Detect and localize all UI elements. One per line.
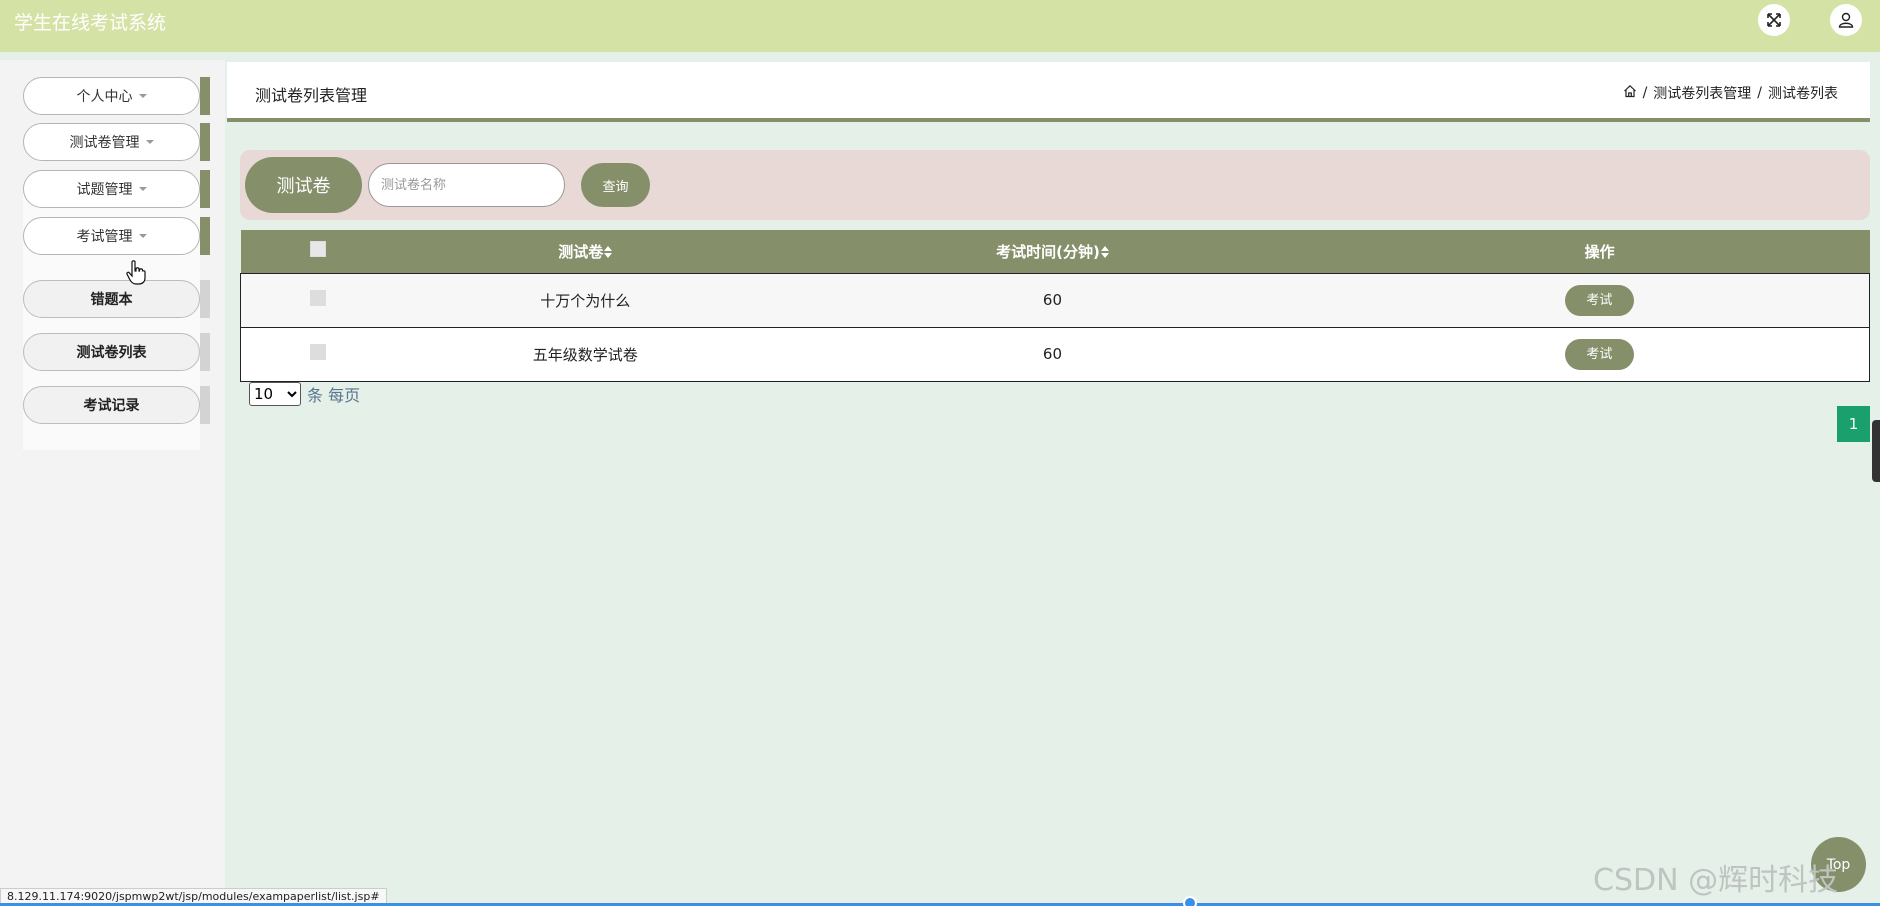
select-all-checkbox[interactable] <box>309 241 326 258</box>
row-action-cell: 考试 <box>1330 327 1870 381</box>
row-action-cell: 考试 <box>1330 273 1870 327</box>
search-label: 测试卷 <box>245 157 362 213</box>
header-divider <box>0 52 1880 60</box>
breadcrumb: / 测试卷列表管理 / 测试卷列表 <box>1623 83 1838 103</box>
submenu-item-marker <box>200 333 210 371</box>
row-checkbox[interactable] <box>310 344 327 360</box>
exam-minutes: 60 <box>1042 345 1063 363</box>
exampaper-table: 测试卷 考试时间(分钟) 操作 十万个为什么 60 考试 五年级数学试卷 60 … <box>240 230 1870 382</box>
sidebar-item-marker <box>200 217 210 255</box>
sidebar-item-label: 个人中心 <box>76 89 133 105</box>
submenu-item-exampaper-list[interactable]: 测试卷列表 <box>23 333 200 371</box>
row-select-cell <box>241 327 396 381</box>
user-icon[interactable] <box>1830 4 1862 36</box>
breadcrumb-level2: 测试卷列表 <box>1768 86 1838 102</box>
sidebar-item-marker <box>200 77 210 115</box>
sort-icon <box>604 246 613 259</box>
submenu-item-exam-records[interactable]: 考试记录 <box>23 386 200 424</box>
breadcrumb-level1[interactable]: 测试卷列表管理 <box>1653 83 1751 103</box>
exampaper-name: 五年级数学试卷 <box>532 345 638 364</box>
chevron-down-icon <box>145 140 154 144</box>
row-checkbox[interactable] <box>310 290 327 306</box>
page-size-select[interactable]: 10 <box>249 382 301 406</box>
query-button[interactable]: 查询 <box>581 163 650 207</box>
column-header-minutes[interactable]: 考试时间(分钟) <box>775 230 1330 273</box>
search-panel: 测试卷 查询 <box>240 150 1870 220</box>
sidebar-item-label: 测试卷管理 <box>69 135 140 151</box>
breadcrumb-separator: / <box>1642 85 1648 101</box>
top-header: 学生在线考试系统 <box>0 0 1880 52</box>
submenu-item-wrong-questions[interactable]: 错题本 <box>23 280 200 318</box>
exampaper-name-search-input[interactable] <box>368 163 565 207</box>
sidebar-item-personal-center[interactable]: 个人中心 <box>23 77 200 115</box>
submenu-item-label: 测试卷列表 <box>76 345 147 361</box>
column-header-label: 操作 <box>1584 242 1615 261</box>
exampaper-name: 十万个为什么 <box>540 291 631 310</box>
sidebar-item-exam-management[interactable]: 考试管理 <box>23 217 200 255</box>
submenu-item-label: 错题本 <box>90 292 133 308</box>
app-title: 学生在线考试系统 <box>14 12 167 34</box>
submenu-item-marker <box>200 386 210 424</box>
page-size-suffix: 条 每页 <box>307 386 361 405</box>
chevron-down-icon <box>138 187 147 191</box>
sidebar-item-label: 考试管理 <box>76 229 133 245</box>
start-exam-button[interactable]: 考试 <box>1564 338 1634 370</box>
submenu-item-label: 考试记录 <box>83 398 140 414</box>
column-header-name[interactable]: 测试卷 <box>395 230 775 273</box>
column-header-action: 操作 <box>1330 230 1870 273</box>
chevron-down-icon <box>138 234 147 238</box>
select-all-header <box>241 230 396 273</box>
page-title: 测试卷列表管理 <box>255 86 368 105</box>
watermark: CSDN @辉时科技 <box>1593 863 1839 898</box>
home-icon[interactable] <box>1623 84 1637 102</box>
sort-icon <box>1100 246 1109 259</box>
expand-icon-glyph <box>1767 13 1781 27</box>
breadcrumb-separator: / <box>1757 85 1762 101</box>
column-header-label: 测试卷 <box>558 242 604 261</box>
progress-dot <box>1183 896 1197 906</box>
expand-icon[interactable] <box>1758 4 1790 36</box>
sidebar-item-question-management[interactable]: 试题管理 <box>23 170 200 208</box>
chevron-down-icon <box>138 94 147 98</box>
row-select-cell <box>241 273 396 327</box>
column-header-label: 考试时间(分钟) <box>996 242 1100 261</box>
main-content: 测试卷列表管理 / 测试卷列表管理 / 测试卷列表 测试卷 查询 <box>225 60 1880 906</box>
table-header-row: 测试卷 考试时间(分钟) 操作 <box>240 230 1870 273</box>
sidebar-item-marker <box>200 123 210 161</box>
page-number-current[interactable]: 1 <box>1837 406 1870 442</box>
exam-minutes: 60 <box>1042 291 1063 309</box>
pagination-size: 10 条 每页 <box>249 382 360 406</box>
submenu-item-marker <box>200 280 210 318</box>
sidebar-item-marker <box>200 170 210 208</box>
sidebar-item-label: 试题管理 <box>76 182 133 198</box>
table-row: 十万个为什么 60 考试 <box>240 273 1870 327</box>
user-icon-glyph <box>1838 12 1854 28</box>
start-exam-button[interactable]: 考试 <box>1564 284 1634 316</box>
hand-cursor-icon <box>126 260 146 292</box>
page-header: 测试卷列表管理 / 测试卷列表管理 / 测试卷列表 <box>227 62 1870 122</box>
scrollbar-handle[interactable] <box>1872 420 1880 482</box>
table-row: 五年级数学试卷 60 考试 <box>240 327 1870 381</box>
sidebar-item-exampaper-management[interactable]: 测试卷管理 <box>23 123 200 161</box>
